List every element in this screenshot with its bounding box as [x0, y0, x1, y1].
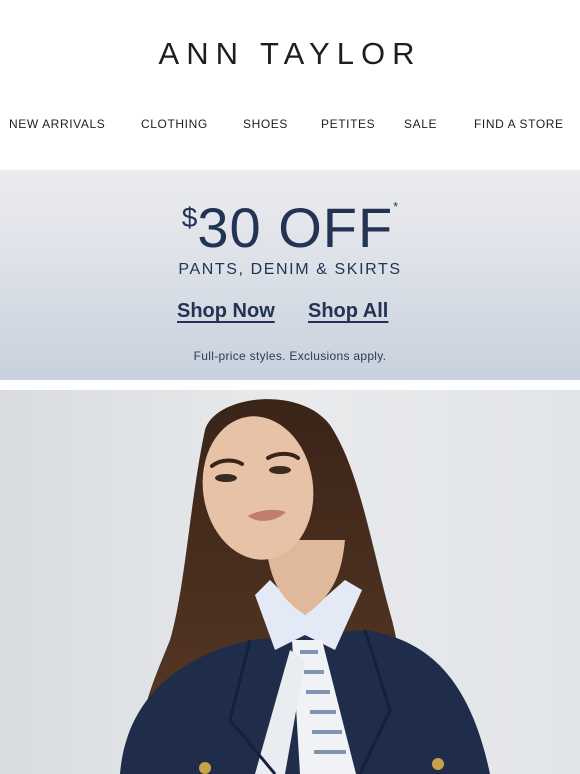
- promo-headline: $30 OFF*: [0, 195, 580, 260]
- blazer-button: [199, 762, 211, 774]
- shop-all-link[interactable]: Shop All: [308, 300, 388, 323]
- left-eye: [215, 474, 237, 482]
- promo-banner[interactable]: $30 OFF* PANTS, DENIM & SKIRTS Shop Now …: [0, 170, 580, 380]
- main-nav: NEW ARRIVALS CLOTHING SHOES PETITES SALE…: [0, 117, 580, 133]
- hero-photo-illustration: [0, 390, 580, 774]
- promo-fine-print: Full-price styles. Exclusions apply.: [193, 349, 387, 363]
- nav-item-shoes[interactable]: SHOES: [243, 117, 288, 131]
- promo-asterisk: *: [393, 199, 399, 214]
- nav-item-new-arrivals[interactable]: NEW ARRIVALS: [9, 117, 105, 131]
- nav-item-sale[interactable]: SALE: [404, 117, 437, 131]
- hero-image[interactable]: [0, 380, 580, 774]
- nav-item-petites[interactable]: PETITES: [321, 117, 375, 131]
- shop-now-link[interactable]: Shop Now: [177, 300, 275, 323]
- promo-links: Shop Now Shop All: [0, 300, 580, 326]
- right-eye: [269, 466, 291, 474]
- email-header: ANN TAYLOR NEW ARRIVALS CLOTHING SHOES P…: [0, 0, 580, 170]
- blazer-button: [432, 758, 444, 770]
- promo-currency: $: [181, 202, 198, 233]
- promo-amount: 30 OFF: [197, 196, 394, 259]
- nav-item-find-a-store[interactable]: FIND A STORE: [474, 117, 564, 131]
- brand-logo[interactable]: ANN TAYLOR: [0, 36, 580, 72]
- nav-item-clothing[interactable]: CLOTHING: [141, 117, 208, 131]
- promo-subheading: PANTS, DENIM & SKIRTS: [178, 261, 402, 278]
